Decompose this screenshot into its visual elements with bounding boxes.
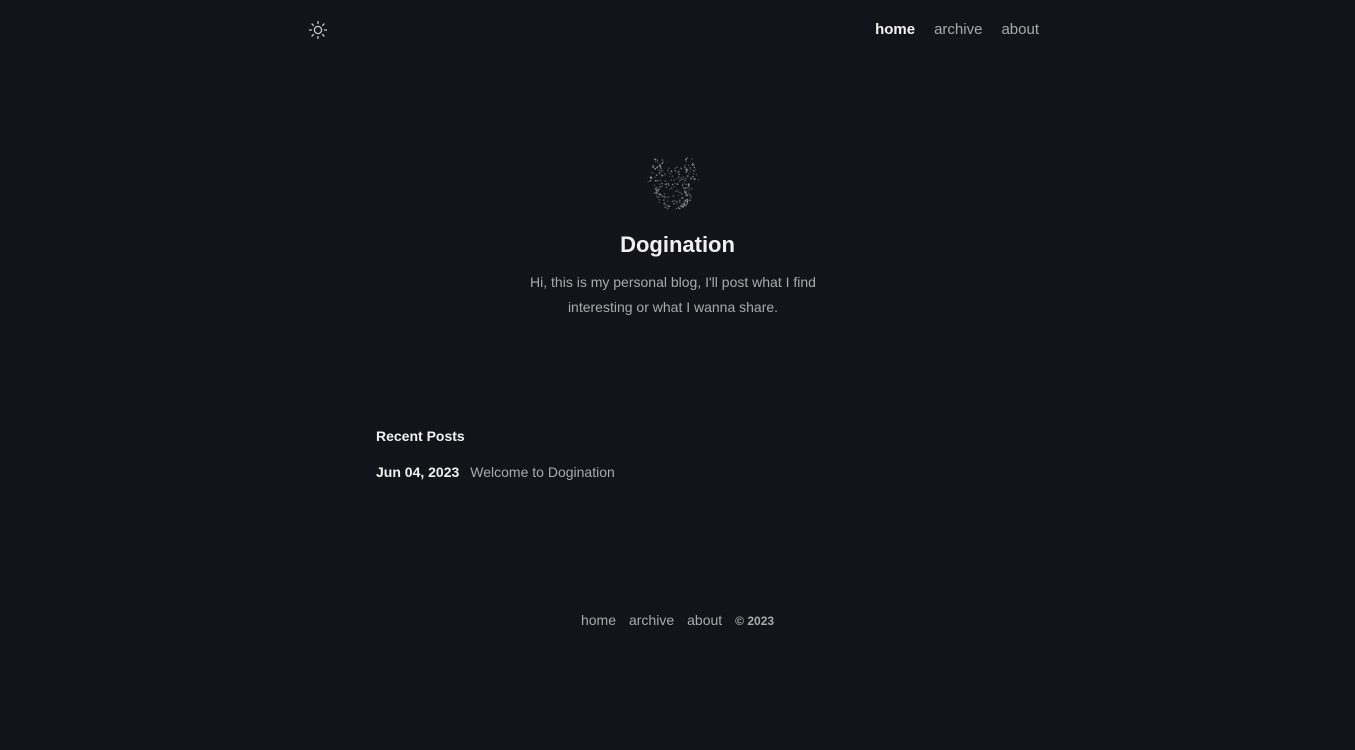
post-list: Jun 04, 2023 Welcome to Dogination — [376, 462, 615, 482]
post-title-link[interactable]: Welcome to Dogination — [470, 462, 614, 482]
site-description: Hi, this is my personal blog, I'll post … — [530, 274, 816, 315]
footer-link-archive[interactable]: archive — [629, 610, 674, 630]
post-date: Jun 04, 2023 — [376, 464, 460, 480]
avatar — [642, 152, 706, 216]
footer: home archive about © 2023 — [0, 610, 1355, 631]
footer-link-about[interactable]: about — [687, 610, 722, 630]
list-item: Jun 04, 2023 Welcome to Dogination — [376, 462, 615, 482]
sun-icon[interactable] — [308, 20, 328, 40]
top-nav: home archive about — [875, 20, 1039, 40]
nav-home[interactable]: home — [875, 20, 915, 40]
nav-archive[interactable]: archive — [934, 20, 982, 40]
copyright: © 2023 — [735, 614, 775, 628]
recent-posts-heading: Recent Posts — [376, 428, 465, 444]
site-title: Dogination — [620, 232, 735, 257]
nav-about[interactable]: about — [1001, 20, 1039, 40]
footer-link-home[interactable]: home — [581, 610, 616, 630]
page: home archive about Dogination Hi, this i… — [0, 0, 1355, 750]
